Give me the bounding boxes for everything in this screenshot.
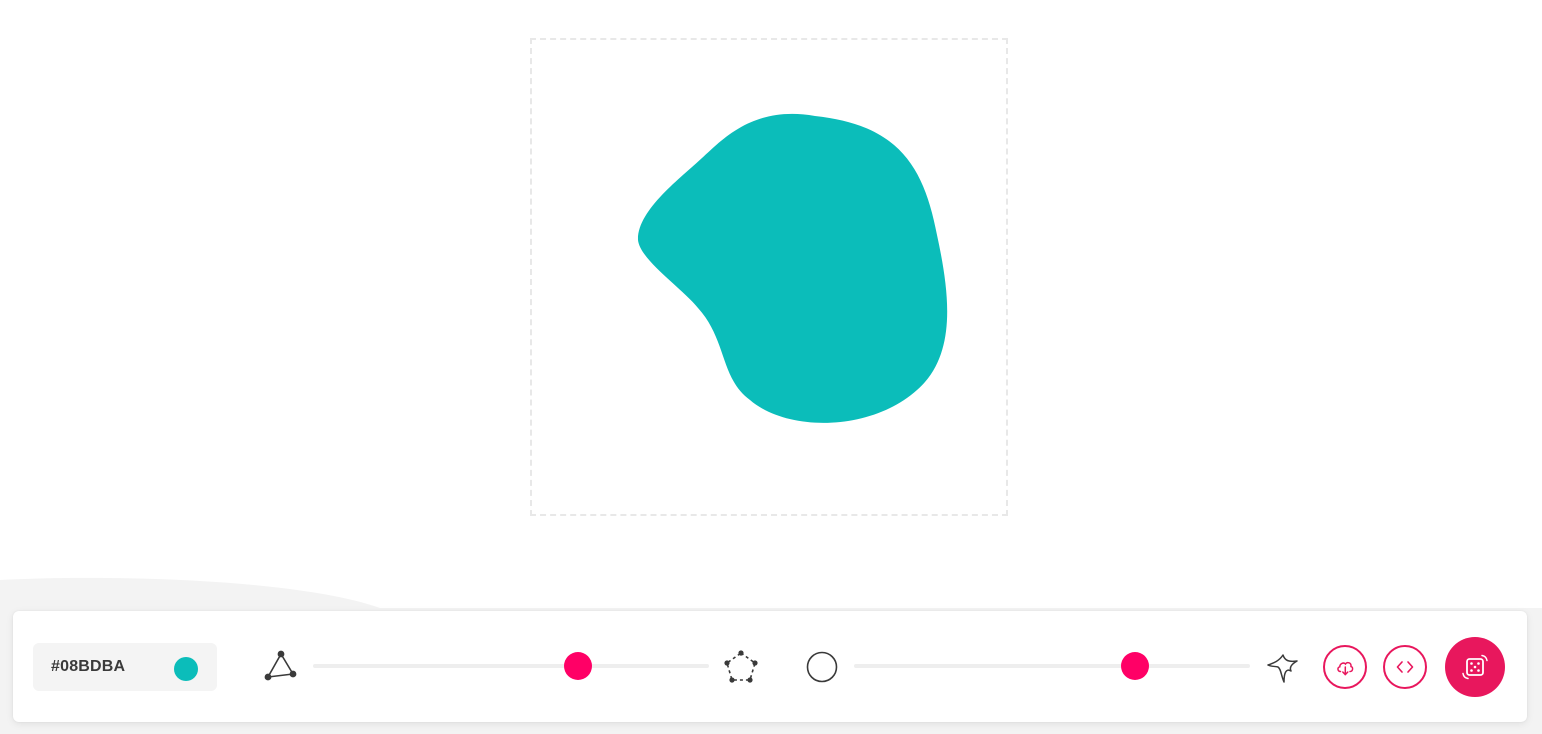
color-swatch[interactable]: [174, 657, 198, 681]
spiky-star-icon: [1265, 649, 1301, 685]
pentagon-nodes-icon: [723, 649, 759, 685]
blob-generator-page: #08BDBA: [0, 0, 1542, 734]
toolbar: #08BDBA: [13, 611, 1527, 722]
circle-icon: [805, 650, 839, 684]
complexity-slider[interactable]: [313, 652, 709, 680]
complexity-slider-thumb[interactable]: [564, 652, 593, 680]
randomize-button[interactable]: [1445, 637, 1505, 697]
blob-canvas: [530, 38, 1008, 516]
blob-shape: [637, 113, 948, 423]
contrast-slider-thumb[interactable]: [1121, 652, 1150, 680]
view-code-button[interactable]: [1383, 645, 1427, 689]
contrast-slider[interactable]: [854, 652, 1250, 680]
dice-icon: [1462, 654, 1488, 680]
download-button[interactable]: [1323, 645, 1367, 689]
triangle-nodes-icon: [263, 649, 299, 683]
complexity-slider-track: [313, 664, 709, 668]
color-picker[interactable]: #08BDBA: [33, 643, 217, 691]
contrast-slider-track: [854, 664, 1250, 668]
code-brackets-icon: [1396, 661, 1414, 673]
cloud-download-icon: [1337, 661, 1354, 676]
color-hex-label: #08BDBA: [51, 658, 126, 675]
